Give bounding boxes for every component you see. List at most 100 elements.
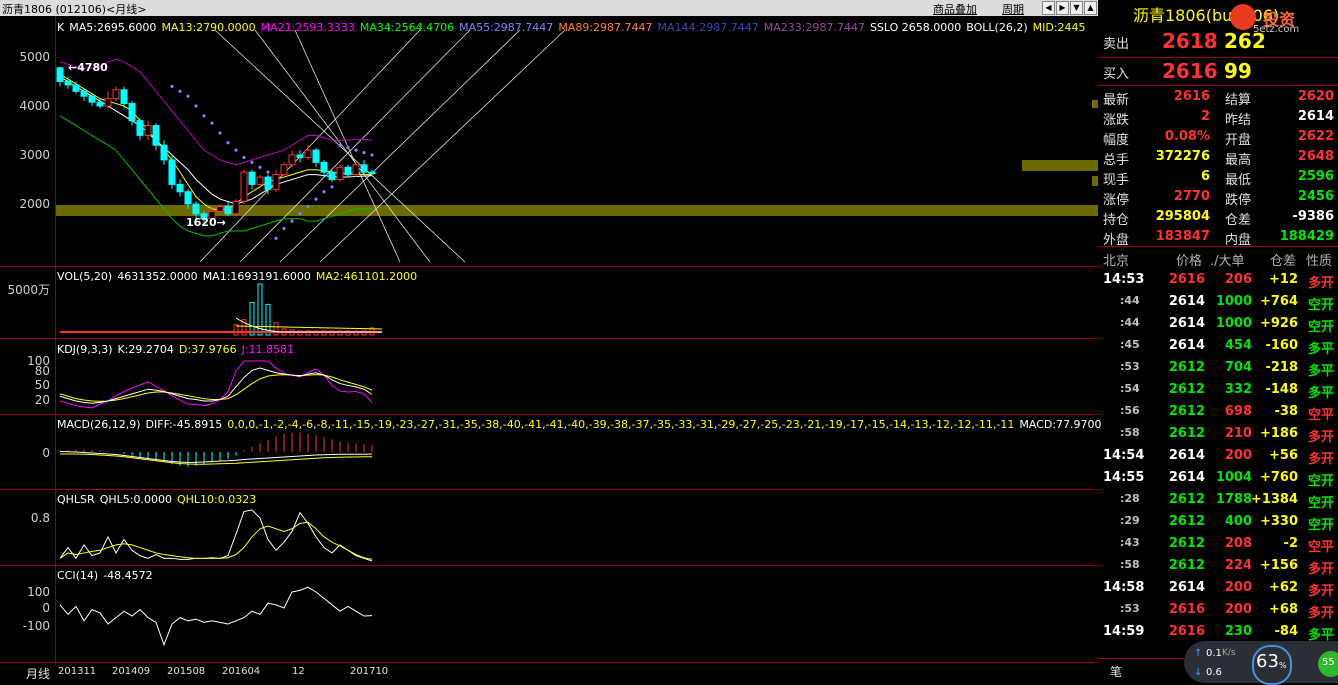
candle-body	[328, 171, 336, 180]
tick-row[interactable]: :58 2612 210 +186 多开	[1098, 426, 1338, 448]
bid-volume: 99	[1224, 59, 1252, 83]
tick-row[interactable]: :43 2612 208 -2 空平	[1098, 536, 1338, 558]
candle-body	[168, 159, 176, 185]
tick-row[interactable]: 14:53 2616 206 +12 多开	[1098, 272, 1338, 294]
candle-body	[360, 164, 368, 173]
kline-chart[interactable]: ←4780 1620→	[0, 0, 1098, 683]
cci-line	[59, 586, 373, 647]
quote-row: 涨跌 2 昨结 2614	[1103, 109, 1334, 128]
tick-row[interactable]: :56 2612 698 -38 空平	[1098, 404, 1338, 426]
tick-row[interactable]: :44 2614 1000 +764 空开	[1098, 294, 1338, 316]
gann-fan-line	[199, 29, 421, 263]
tick-row[interactable]: :29 2612 400 +330 空开	[1098, 514, 1338, 536]
candle-body	[120, 89, 128, 105]
sar-dot	[202, 114, 206, 118]
ma-line	[59, 73, 372, 211]
quote-row: 最新 2616 结算 2620	[1103, 89, 1334, 108]
candle-body	[256, 176, 264, 185]
tick-row[interactable]: :28 2612 1788 +1384 空开	[1098, 492, 1338, 514]
sar-dot	[258, 165, 262, 169]
candle-body	[304, 149, 312, 158]
macd-dea-line	[60, 453, 372, 465]
sar-dot	[266, 170, 270, 174]
candle-body	[224, 205, 232, 215]
candle-body	[368, 171, 376, 175]
tick-row[interactable]: 14:54 2614 200 +56 多开	[1098, 448, 1338, 470]
sar-dot	[242, 155, 246, 160]
candle-body	[176, 183, 184, 193]
candle-body	[64, 81, 72, 86]
sar-dot	[346, 146, 350, 150]
low-mark: 1620→	[186, 216, 226, 229]
tick-row[interactable]: :53 2616 200 +68 多开	[1098, 602, 1338, 624]
candle-body	[152, 125, 160, 146]
candle-body	[280, 164, 288, 176]
candle-body	[128, 103, 136, 122]
gann-fan-line	[294, 29, 401, 263]
quote-row: 现手 6 最低 2596	[1103, 169, 1334, 188]
gann-fan-line	[319, 29, 566, 263]
candle-body	[288, 154, 296, 166]
tab-ticks[interactable]: 笔	[1110, 663, 1122, 680]
candle-body	[144, 125, 152, 136]
qhl5-line	[59, 509, 373, 562]
candle-body	[320, 161, 328, 173]
tick-row[interactable]: 14:55 2614 1004 +760 空开	[1098, 470, 1338, 492]
sar-dot	[362, 150, 366, 155]
candle-body	[216, 205, 224, 212]
sar-dot	[306, 204, 310, 209]
candle-body	[96, 101, 104, 107]
candle-body	[72, 84, 80, 92]
vol-bar	[257, 283, 263, 336]
candle-body	[192, 203, 200, 215]
ma-line	[59, 76, 373, 205]
bid-label: 买入	[1103, 67, 1130, 82]
ask-label: 卖出	[1103, 37, 1130, 52]
sar-dot	[194, 104, 198, 108]
sar-dot	[234, 148, 238, 152]
tick-row[interactable]: :45 2614 454 -160 多平	[1098, 338, 1338, 360]
quote-row: 涨停 2770 跌停 2456	[1103, 189, 1334, 208]
tick-header: 北京 价格 ./大单 仓差 性质	[1103, 254, 1333, 269]
macd-diff-line	[59, 451, 373, 464]
candle-body	[312, 149, 320, 163]
candle-body	[336, 166, 344, 180]
boll-upper-line	[59, 58, 373, 166]
sar-dot	[218, 131, 222, 135]
candle-body	[232, 201, 240, 215]
sar-dot	[330, 185, 334, 189]
tick-row[interactable]: :54 2612 332 -148 多平	[1098, 382, 1338, 404]
tick-row[interactable]: 14:58 2614 200 +62 多开	[1098, 580, 1338, 602]
sar-dot	[370, 153, 374, 157]
tick-row[interactable]: :53 2612 704 -218 多平	[1098, 360, 1338, 382]
candle-body	[88, 95, 96, 103]
quote-panel: 沥青1806(bu1806) 投资 5etz.com 卖出 2618 262 买…	[1098, 0, 1338, 685]
gann-fan-line	[279, 29, 521, 263]
candle-body	[272, 174, 280, 190]
candle-body	[248, 171, 256, 185]
vol-bar	[273, 322, 279, 336]
candle-body	[112, 89, 120, 100]
candle-body	[136, 120, 144, 136]
candle-body	[184, 191, 192, 205]
sar-dot	[298, 212, 302, 216]
net-monitor: ↑ 0.1 K/s ↓ 0.6 63 % 55	[1184, 641, 1338, 685]
sar-dot	[322, 190, 326, 194]
tick-row[interactable]: :58 2612 224 +156 多开	[1098, 558, 1338, 580]
candle-body	[56, 67, 64, 82]
quote-row: 幅度 0.08% 开盘 2622	[1103, 129, 1334, 148]
qhl10-line	[59, 521, 373, 560]
ask-price: 2618	[1162, 29, 1218, 53]
tick-row[interactable]: :44 2614 1000 +926 空开	[1098, 316, 1338, 338]
gann-fan-line	[254, 29, 431, 263]
kdj-k-line	[59, 367, 373, 404]
gann-fan-line	[239, 29, 471, 263]
candle-body	[352, 164, 360, 176]
sar-dot	[274, 236, 278, 240]
high-mark: ←4780	[68, 61, 108, 74]
candle-body	[240, 171, 248, 203]
sar-dot	[178, 89, 182, 93]
sar-dot	[250, 160, 254, 164]
candle-body	[344, 166, 352, 176]
sar-dot	[338, 143, 342, 147]
